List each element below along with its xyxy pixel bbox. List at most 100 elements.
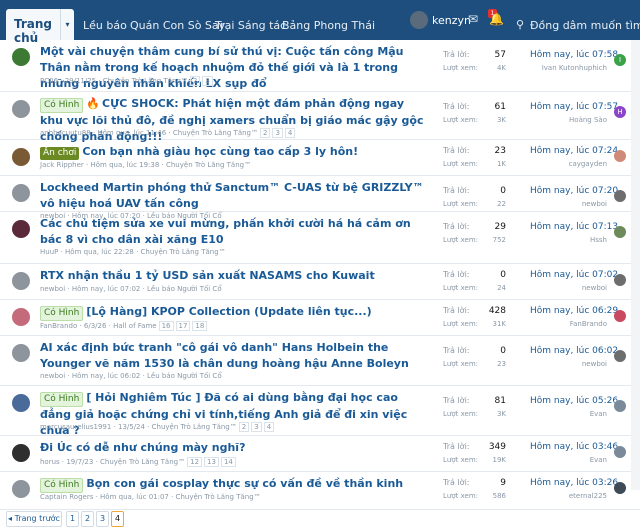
thread-page-link[interactable]: 2 <box>238 422 250 432</box>
thread-title[interactable]: Các chủ tiệm sửa xe vui mừng, phấn khởi … <box>40 216 430 248</box>
last-poster-avatar[interactable] <box>614 226 626 238</box>
thread-page-link[interactable]: 4 <box>284 128 296 138</box>
last-poster-avatar[interactable] <box>614 482 626 494</box>
thread-prefix-badge[interactable]: Có Hình <box>40 98 84 113</box>
thread-row: Có Hình 🔥 CỰC SHOCK: Phát hiện một đám phả… <box>0 92 640 143</box>
thread-title[interactable]: Lockheed Martin phóng thử Sanctum™ C-UAS… <box>40 180 430 212</box>
last-post-time[interactable]: Hôm nay, lúc 06:02 <box>530 346 618 356</box>
author-avatar[interactable] <box>12 480 30 498</box>
last-post-user[interactable]: caygayden <box>520 160 607 168</box>
thread-title[interactable]: Có Hình Bọn con gái cosplay thực sự có vấ… <box>40 476 430 493</box>
nav-link-leu-bao[interactable]: Lều báo <box>83 19 127 32</box>
views-label: Lượt xem: <box>443 160 478 168</box>
nav-link-bang-phong-thai[interactable]: Bảng Phong Thái <box>282 19 375 32</box>
author-avatar[interactable] <box>12 184 30 202</box>
thread-meta: PC06 · 29/11/25 · Chuyện Trò Lăng Tăng™ 2… <box>40 76 213 86</box>
last-poster-avatar[interactable] <box>614 310 626 322</box>
last-post-user[interactable]: Evan <box>520 410 607 418</box>
last-poster-avatar[interactable]: H <box>614 106 626 118</box>
thread-title-text[interactable]: RTX nhận thầu 1 tỷ USD sản xuất NASAMS c… <box>40 269 375 282</box>
last-poster-avatar[interactable]: I <box>614 54 626 66</box>
last-post-user[interactable]: newboi <box>520 200 607 208</box>
thread-title-text[interactable]: [Lộ Hàng] KPOP Collection (Update liên t… <box>86 305 371 318</box>
bell-icon[interactable]: 🔔 <box>489 12 504 26</box>
thread-page-link[interactable]: 14 <box>220 457 236 467</box>
last-post-time[interactable]: Hôm nay, lúc 03:26 <box>530 478 618 488</box>
page-button[interactable]: 4 <box>111 511 124 527</box>
author-avatar[interactable] <box>12 444 30 462</box>
author-avatar[interactable] <box>12 48 30 66</box>
nav-link-trai-sang-tac[interactable]: Trại Sáng tác <box>215 19 286 32</box>
thread-title[interactable]: AI xác định bức tranh "cô gái vô danh" H… <box>40 340 430 372</box>
thread-title-text[interactable]: Đi Úc có dễ như chúng mày nghĩ? <box>40 441 245 454</box>
thread-title-text[interactable]: Các chủ tiệm sửa xe vui mừng, phấn khởi … <box>40 217 411 246</box>
thread-page-link[interactable]: 18 <box>192 321 208 331</box>
thread-page-link[interactable]: 3 <box>272 128 283 138</box>
author-avatar[interactable] <box>12 220 30 238</box>
thread-row: Lockheed Martin phóng thử Sanctum™ C-UAS… <box>0 176 640 220</box>
last-poster-avatar[interactable] <box>614 350 626 362</box>
last-post-user[interactable]: Ivan Kutonhuphich <box>520 64 607 72</box>
last-poster-avatar[interactable] <box>614 446 626 458</box>
thread-page-link[interactable]: 3 <box>202 76 213 86</box>
last-post-user[interactable]: newboi <box>520 360 607 368</box>
scrollbar[interactable] <box>631 40 640 490</box>
thread-title-text[interactable]: AI xác định bức tranh "cô gái vô danh" H… <box>40 341 409 370</box>
thread-page-link[interactable]: 3 <box>251 422 262 432</box>
last-poster-avatar[interactable] <box>614 190 626 202</box>
last-post-user[interactable]: Hssh <box>520 236 607 244</box>
thread-prefix-badge[interactable]: Ăn chơi <box>40 147 80 160</box>
last-post-time[interactable]: Hôm nay, lúc 03:46 <box>530 442 618 452</box>
thread-page-link[interactable]: 12 <box>187 457 203 467</box>
last-post-user[interactable]: FanBrando <box>520 320 607 328</box>
author-avatar[interactable] <box>12 308 30 326</box>
last-post-user[interactable]: eternal225 <box>520 492 607 500</box>
last-post-time[interactable]: Hôm nay, lúc 07:24 <box>530 146 618 156</box>
author-avatar[interactable] <box>12 100 30 118</box>
thread-page-link[interactable]: 16 <box>158 321 174 331</box>
page-button[interactable]: 2 <box>81 511 94 527</box>
author-avatar[interactable] <box>12 394 30 412</box>
thread-page-link[interactable]: 13 <box>204 457 219 467</box>
last-post-time[interactable]: Hôm nay, lúc 05:26 <box>530 396 618 406</box>
thread-page-link[interactable]: 4 <box>263 422 275 432</box>
envelope-icon[interactable]: ✉ <box>468 12 478 26</box>
chevron-down-icon[interactable]: ▾ <box>60 9 74 40</box>
author-avatar[interactable] <box>12 344 30 362</box>
tab-home[interactable]: Trang chủ ▾ <box>6 9 74 45</box>
thread-prefix-badge[interactable]: Có Hình <box>40 306 84 321</box>
author-avatar[interactable] <box>12 272 30 290</box>
thread-title-text[interactable]: Con bạn nhà giàu học cùng tao cấp 3 ly h… <box>82 145 358 158</box>
thread-prefix-badge[interactable]: Có Hình <box>40 478 84 493</box>
last-post-time[interactable]: Hôm nay, lúc 07:13 <box>530 222 618 232</box>
thread-page-link[interactable]: 2 <box>189 76 201 86</box>
replies-count: 0 <box>500 346 506 356</box>
views-label: Lượt xem: <box>443 492 478 500</box>
page-button[interactable]: 3 <box>96 511 109 527</box>
thread-title[interactable]: Ăn chơi Con bạn nhà giàu học cùng tao cấp… <box>40 144 430 160</box>
author-avatar[interactable] <box>12 148 30 166</box>
last-post-user[interactable]: newboi <box>520 284 607 292</box>
last-poster-avatar[interactable] <box>614 150 626 162</box>
thread-title[interactable]: RTX nhận thầu 1 tỷ USD sản xuất NASAMS c… <box>40 268 430 284</box>
last-post-time[interactable]: Hôm nay, lúc 07:58 <box>530 50 618 60</box>
last-post-user[interactable]: Hoàng Sào <box>520 116 607 124</box>
last-post-user[interactable]: Evan <box>520 456 607 464</box>
last-poster-avatar[interactable] <box>614 274 626 286</box>
thread-title-text[interactable]: Lockheed Martin phóng thử Sanctum™ C-UAS… <box>40 181 424 210</box>
thread-title[interactable]: Đi Úc có dễ như chúng mày nghĩ? <box>40 440 430 456</box>
last-post-time[interactable]: Hôm nay, lúc 07:02 <box>530 270 618 280</box>
last-post-time[interactable]: Hôm nay, lúc 07:20 <box>530 186 618 196</box>
previous-page-button[interactable]: ◂ Trang trước <box>6 511 62 527</box>
page-button[interactable]: 1 <box>66 511 79 527</box>
thread-page-link[interactable]: 2 <box>259 128 271 138</box>
last-post-time[interactable]: Hôm nay, lúc 06:29 <box>530 306 618 316</box>
nav-link-quan-con-so-say[interactable]: Quán Con Sò Say <box>130 19 225 32</box>
thread-page-link[interactable]: 17 <box>175 321 191 331</box>
last-post-time[interactable]: Hôm nay, lúc 07:57 <box>530 102 618 112</box>
last-poster-avatar[interactable] <box>614 400 626 412</box>
thread-title[interactable]: Có Hình [Lộ Hàng] KPOP Collection (Update… <box>40 304 430 321</box>
thread-title-text[interactable]: Bọn con gái cosplay thực sự có vấn đề về… <box>86 477 403 490</box>
search-box[interactable]: ⚲ Đồng dâm muốn tìm gì? <box>508 9 640 40</box>
thread-prefix-badge[interactable]: Có Hình <box>40 392 84 407</box>
